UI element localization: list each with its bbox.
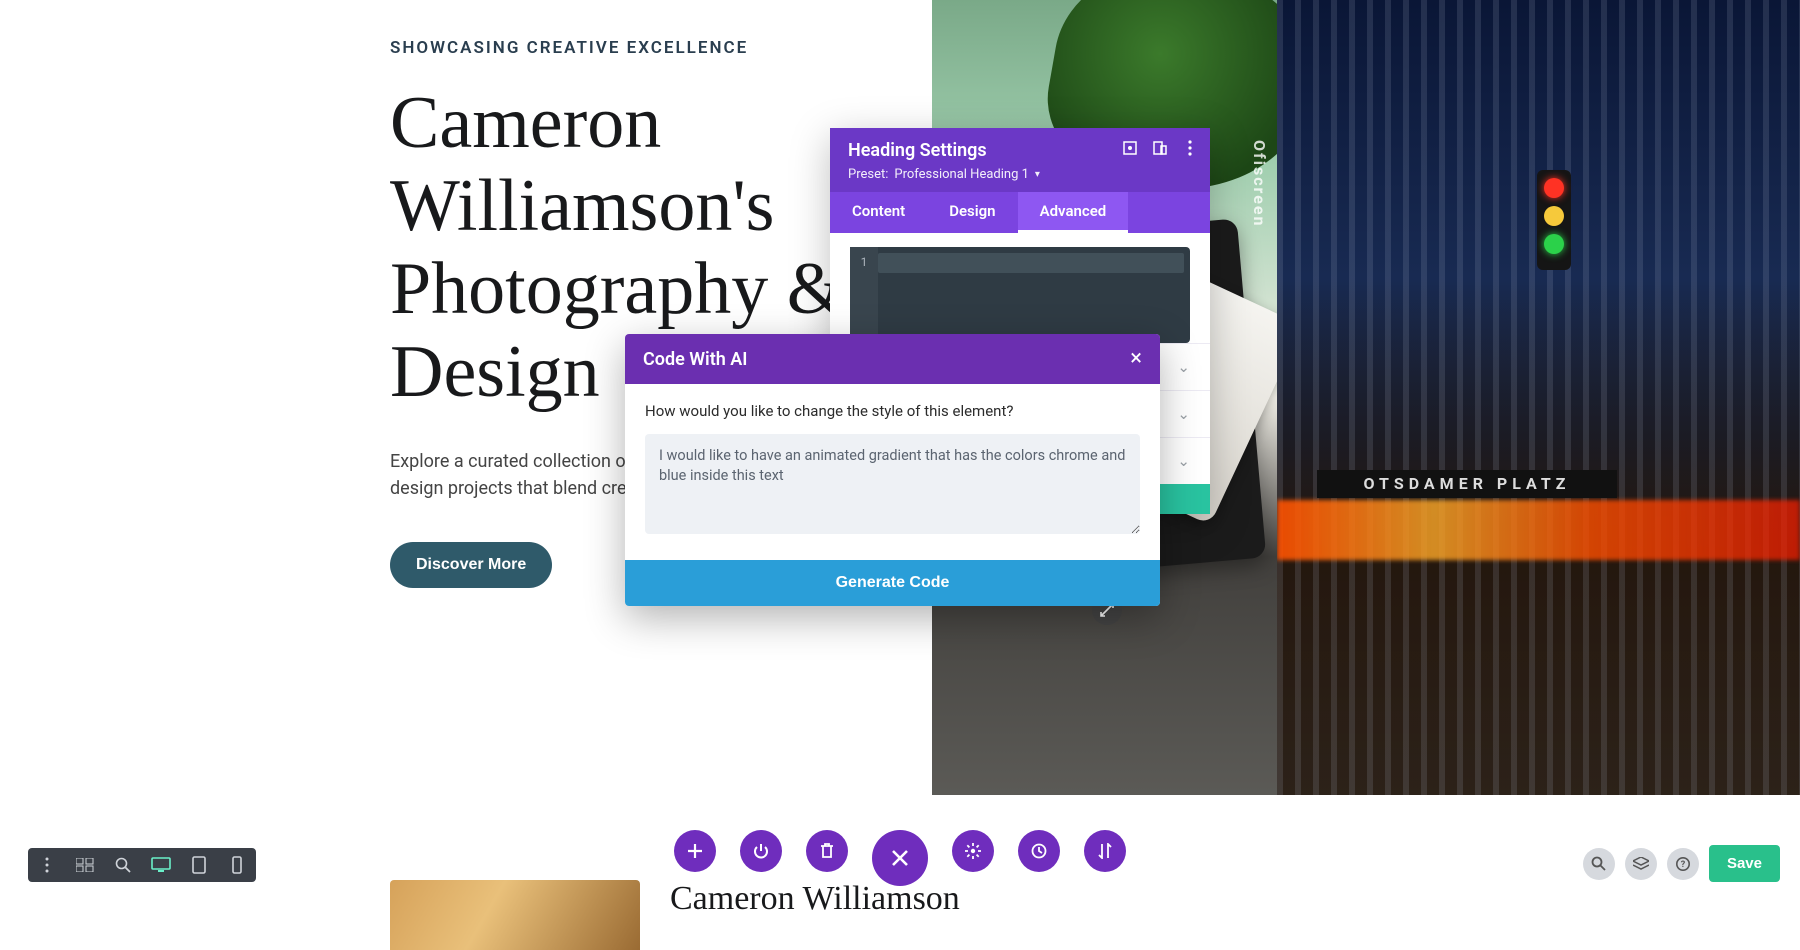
- ai-modal-body: How would you like to change the style o…: [625, 384, 1160, 560]
- traffic-light-yellow: [1544, 206, 1564, 226]
- settings-body: 1: [830, 233, 1210, 343]
- preset-value: Professional Heading 1: [894, 167, 1029, 182]
- desktop-view-icon[interactable]: [150, 854, 172, 876]
- chevron-down-icon: ⌄: [1177, 452, 1190, 470]
- tab-content[interactable]: Content: [852, 192, 905, 233]
- responsive-icon[interactable]: [1152, 140, 1168, 156]
- traffic-light-red: [1544, 178, 1564, 198]
- power-icon[interactable]: [740, 830, 782, 872]
- code-active-line: [878, 253, 1184, 273]
- ai-prompt-textarea[interactable]: [645, 434, 1140, 534]
- tab-design[interactable]: Design: [949, 192, 995, 233]
- close-icon[interactable]: ×: [1130, 348, 1142, 370]
- right-actions: ? Save: [1583, 845, 1780, 882]
- generate-code-button[interactable]: Generate Code: [625, 560, 1160, 606]
- builder-action-bar: [674, 830, 1126, 886]
- settings-header[interactable]: Heading Settings Preset: Professional He…: [830, 128, 1210, 192]
- save-button[interactable]: Save: [1709, 845, 1780, 882]
- more-icon[interactable]: [36, 854, 58, 876]
- more-icon[interactable]: [1182, 140, 1198, 156]
- viewport-toolbar[interactable]: [28, 848, 256, 882]
- css-code-editor[interactable]: 1: [850, 247, 1190, 343]
- wireframe-icon[interactable]: [74, 854, 96, 876]
- secondary-section: Cameron Williamson: [390, 880, 960, 950]
- settings-tabs: Content Design Advanced: [830, 192, 1210, 233]
- ai-prompt-label: How would you like to change the style o…: [645, 402, 1140, 420]
- trash-icon[interactable]: [806, 830, 848, 872]
- history-icon[interactable]: [1018, 830, 1060, 872]
- layers-icon[interactable]: [1625, 848, 1657, 880]
- focus-icon[interactable]: [1122, 140, 1138, 156]
- city-buildings-graphic: [1277, 0, 1800, 795]
- hero-image-city: OTSDAMER PLATZ: [1277, 0, 1800, 795]
- phone-view-icon[interactable]: [226, 854, 248, 876]
- ai-modal-title: Code With AI: [643, 349, 747, 370]
- preset-selector[interactable]: Preset: Professional Heading 1 ▾: [848, 167, 1192, 182]
- gear-icon[interactable]: [952, 830, 994, 872]
- search-icon[interactable]: [1583, 848, 1615, 880]
- light-trails-graphic: [1277, 500, 1800, 560]
- street-sign: OTSDAMER PLATZ: [1317, 470, 1617, 498]
- close-builder-icon[interactable]: [872, 830, 928, 886]
- preset-label: Preset:: [848, 167, 888, 182]
- traffic-light-graphic: [1537, 170, 1571, 270]
- tab-advanced[interactable]: Advanced: [1018, 192, 1129, 233]
- chevron-down-icon: ⌄: [1177, 405, 1190, 423]
- ai-modal-header[interactable]: Code With AI ×: [625, 334, 1160, 384]
- zoom-icon[interactable]: [112, 854, 134, 876]
- add-icon[interactable]: [674, 830, 716, 872]
- discover-more-button[interactable]: Discover More: [390, 542, 552, 588]
- chevron-down-icon: ⌄: [1177, 358, 1190, 376]
- code-gutter: 1: [850, 247, 878, 343]
- watermark-text: Ofiscreen: [1250, 140, 1269, 228]
- chevron-down-icon: ▾: [1035, 169, 1040, 180]
- code-with-ai-modal[interactable]: Code With AI × How would you like to cha…: [625, 334, 1160, 606]
- code-line-number: 1: [861, 255, 868, 269]
- sort-icon[interactable]: [1084, 830, 1126, 872]
- help-icon[interactable]: ?: [1667, 848, 1699, 880]
- svg-text:?: ?: [1681, 860, 1686, 870]
- tablet-view-icon[interactable]: [188, 854, 210, 876]
- author-photo: [390, 880, 640, 950]
- traffic-light-green: [1544, 234, 1564, 254]
